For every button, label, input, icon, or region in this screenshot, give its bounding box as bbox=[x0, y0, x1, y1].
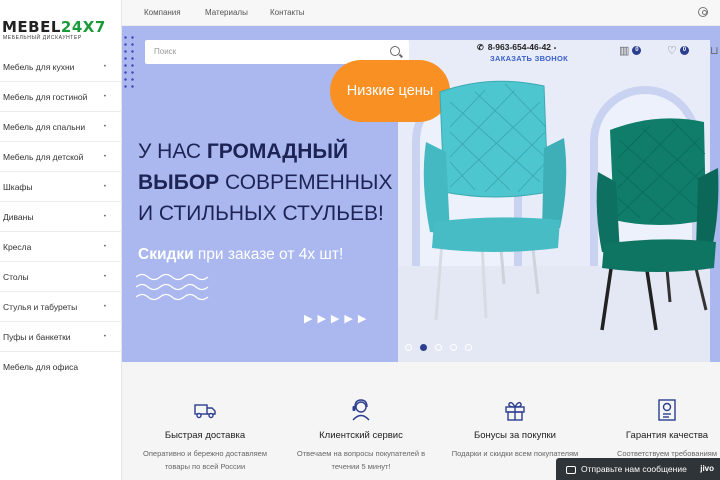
support-agent-icon bbox=[352, 399, 370, 421]
feature-delivery: Быстрая доставка Оперативно и бережно до… bbox=[130, 398, 280, 473]
slide-dot-5[interactable] bbox=[465, 344, 472, 351]
sidebar-item-chairs-stools[interactable]: Стулья и табуреты • bbox=[0, 292, 122, 322]
feature-description: Оперативно и бережно доставляем товары п… bbox=[143, 449, 267, 471]
slider-pagination bbox=[405, 338, 480, 351]
chevron-right-icon: • bbox=[103, 334, 106, 340]
chat-bubble-icon bbox=[566, 465, 576, 474]
logo-text: MEBEL24X7 bbox=[2, 18, 106, 36]
sidebar: MEBEL24X7 МЕБЕЛЬНЫЙ ДИСКАУНТЕР Мебель дл… bbox=[0, 0, 122, 480]
gift-icon bbox=[505, 401, 525, 421]
chat-label: Отправьте нам сообщение bbox=[581, 464, 687, 474]
chevron-right-icon: • bbox=[103, 94, 106, 100]
decor-dots bbox=[122, 34, 138, 90]
chair-image-green bbox=[596, 118, 719, 331]
top-navigation: Компания Материалы Контакты bbox=[122, 0, 720, 26]
sidebar-item-living-room[interactable]: Мебель для гостиной • bbox=[0, 82, 122, 112]
slide-dot-4[interactable] bbox=[450, 344, 457, 351]
category-menu: Мебель для кухни • Мебель для гостиной • М… bbox=[0, 52, 122, 382]
nav-link-company[interactable]: Компания bbox=[144, 8, 181, 17]
feature-bonuses: Бонусы за покупки Подарки и скидки всем … bbox=[440, 398, 590, 460]
sidebar-item-bedroom[interactable]: Мебель для спальни • bbox=[0, 112, 122, 142]
sidebar-item-sofas[interactable]: Диваны • bbox=[0, 202, 122, 232]
hero-banner[interactable]: Поиск ✆ 8-963-654-46-42 • ЗАКАЗАТЬ ЗВОНОК … bbox=[122, 26, 720, 362]
logo[interactable]: MEBEL24X7 МЕБЕЛЬНЫЙ ДИСКАУНТЕР bbox=[2, 18, 117, 42]
sidebar-item-tables[interactable]: Столы • bbox=[0, 262, 122, 292]
delivery-truck-icon bbox=[194, 404, 216, 419]
hero-discount-text: Скидки при заказе от 4х шт! bbox=[138, 246, 344, 263]
sidebar-item-office[interactable]: Мебель для офиса bbox=[0, 352, 122, 382]
sidebar-item-kitchen[interactable]: Мебель для кухни • bbox=[0, 52, 122, 82]
feature-description: Отвечаем на вопросы покупателей в течени… bbox=[296, 449, 426, 471]
cart-icon: ⊔ bbox=[710, 45, 719, 57]
chat-widget-button[interactable]: Отправьте нам сообщение jivo bbox=[556, 458, 720, 480]
feature-title: Бонусы за покупки bbox=[474, 430, 556, 441]
compare-chart-icon: ▥ bbox=[619, 45, 630, 57]
chevron-down-icon: • bbox=[554, 46, 557, 52]
chair-image-turquoise bbox=[423, 80, 567, 321]
heart-icon: ♡ bbox=[667, 45, 677, 57]
feature-title: Быстрая доставка bbox=[164, 430, 246, 441]
cart-button[interactable]: ⊔ bbox=[710, 44, 719, 57]
decor-waves bbox=[136, 273, 209, 301]
chevron-right-icon: • bbox=[103, 274, 106, 280]
phone-icon: ✆ bbox=[477, 43, 484, 52]
feature-support: Клиентский сервис Отвечаем на вопросы по… bbox=[286, 398, 436, 473]
feature-title: Гарантия качества bbox=[625, 430, 709, 441]
feature-title: Клиентский сервис bbox=[319, 430, 403, 441]
chevron-right-icon: • bbox=[103, 244, 106, 250]
hero-headline: У НАС ГРОМАДНЫЙ ВЫБОР СОВРЕМЕННЫХ И СТИЛ… bbox=[138, 140, 393, 225]
favorites-button[interactable]: ♡ 0 bbox=[667, 44, 689, 57]
phone-number[interactable]: ✆ 8-963-654-46-42 • bbox=[477, 42, 556, 52]
feature-quality: Гарантия качества Соответствуем требован… bbox=[592, 398, 720, 460]
search-icon[interactable] bbox=[390, 46, 400, 56]
slide-dot-3[interactable] bbox=[435, 344, 442, 351]
chevron-right-icon: • bbox=[103, 214, 106, 220]
chevron-right-icon: • bbox=[103, 64, 106, 70]
user-account-icon[interactable] bbox=[698, 7, 708, 17]
sidebar-item-poufs-benches[interactable]: Пуфы и банкетки • bbox=[0, 322, 122, 352]
slide-dot-2[interactable] bbox=[420, 344, 427, 351]
chevron-right-icon: • bbox=[103, 124, 106, 130]
decor-chevrons: ▶▶▶▶▶ bbox=[304, 313, 372, 325]
search-input[interactable]: Поиск bbox=[154, 47, 176, 56]
chat-brand: jivo bbox=[700, 464, 714, 473]
chevron-right-icon: • bbox=[103, 304, 106, 310]
slide-dot-1[interactable] bbox=[405, 344, 412, 351]
chevron-right-icon: • bbox=[103, 184, 106, 190]
nav-link-contacts[interactable]: Контакты bbox=[270, 8, 305, 17]
certificate-icon bbox=[658, 399, 676, 421]
callback-link[interactable]: ЗАКАЗАТЬ ЗВОНОК bbox=[490, 54, 568, 63]
sidebar-item-kids-room[interactable]: Мебель для детской • bbox=[0, 142, 122, 172]
sidebar-item-armchairs[interactable]: Кресла • bbox=[0, 232, 122, 262]
chevron-right-icon: • bbox=[103, 154, 106, 160]
sidebar-item-wardrobes[interactable]: Шкафы • bbox=[0, 172, 122, 202]
favorites-count-badge: 0 bbox=[679, 46, 689, 55]
compare-button[interactable]: ▥ 0 bbox=[619, 44, 642, 57]
nav-link-materials[interactable]: Материалы bbox=[205, 8, 248, 17]
compare-count-badge: 0 bbox=[632, 46, 642, 55]
